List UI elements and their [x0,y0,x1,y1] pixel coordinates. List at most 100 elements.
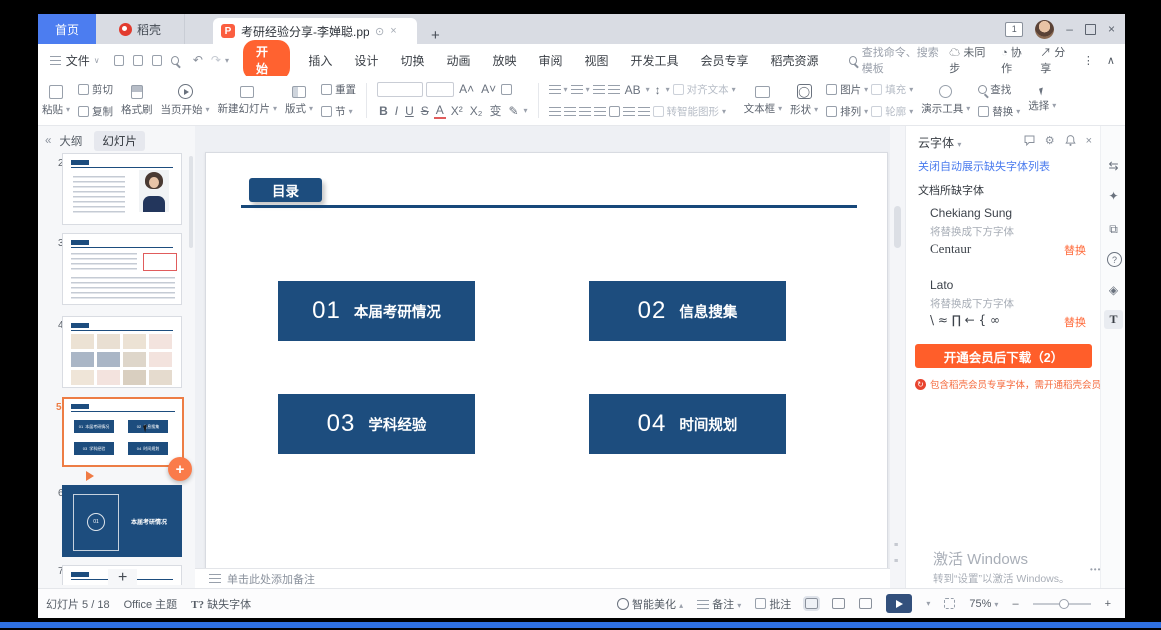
avatar[interactable] [1035,20,1054,39]
columns-icon[interactable] [609,106,620,117]
menu-tab-member[interactable]: 会员专享 [701,52,749,69]
superscript-button[interactable]: X² [449,104,465,118]
tab-home[interactable]: 首页 [38,14,96,44]
collapse-ribbon-icon[interactable]: ∧ [1107,54,1115,67]
arrange-button[interactable]: 排列▾ [826,104,868,119]
menu-file[interactable]: 文件 [66,52,90,69]
tab-close-icon[interactable]: × [390,25,396,37]
slide-sorter-view-button[interactable] [832,598,845,609]
share-button[interactable]: ↗ 分享 [1040,44,1070,76]
export-icon[interactable] [133,55,143,66]
settings-gear-icon[interactable]: ⚙ [1045,134,1055,147]
font-family-select[interactable] [377,82,423,97]
replace-font-button[interactable]: 替换 [1064,242,1086,258]
increase-indent-icon[interactable] [608,85,620,94]
find-button[interactable]: 查找 [978,82,1020,97]
print-icon[interactable] [152,55,162,66]
tab-document[interactable]: P 考研经验分享-李婵聪.pptx ⊙ × [213,18,417,44]
italic-button[interactable]: I [393,104,400,118]
text-tool-icon[interactable]: T [1104,310,1123,329]
fill-button[interactable]: 填充▾ [871,82,913,97]
menu-tab-docer-res[interactable]: 稻壳资源 [771,52,819,69]
toc-item-3[interactable]: 03 学科经验 [278,394,475,454]
menu-tab-view[interactable]: 视图 [585,52,609,69]
toc-item-4[interactable]: 04 时间规划 [589,394,786,454]
replace-font-button[interactable]: 替换 [1064,314,1086,330]
picture-button[interactable]: 图片▾ [826,82,868,97]
disable-auto-show-link[interactable]: 关闭自动展示缺失字体列表 [918,158,1050,174]
font-color-button[interactable]: A [434,103,446,119]
format-painter-button[interactable]: 格式刷 [121,79,153,122]
tab-docer[interactable]: 稻壳 [96,14,185,44]
download-after-membership-button[interactable]: 开通会员后下载（2） [915,344,1092,368]
undo-caret-icon[interactable]: ▾ [225,56,229,65]
notification-badge[interactable]: 1 [1005,22,1023,37]
replace-button[interactable]: 替换▾ [978,104,1020,119]
align-center-icon[interactable] [564,107,576,116]
smart-graphic-button[interactable]: 转智能图形▾ [653,104,727,119]
cut-button[interactable]: 剪切 [78,82,113,97]
play-options-caret[interactable]: ▾ [926,599,930,608]
section-button[interactable]: 节▾ [321,104,356,119]
highlight-button[interactable]: ✎ [506,104,520,118]
zoom-slider[interactable] [1033,603,1091,605]
toc-item-2[interactable]: 02 信息搜集 [589,281,786,341]
menu-tab-transition[interactable]: 切换 [400,52,424,69]
bullet-list-icon[interactable] [549,85,561,94]
menu-tab-animation[interactable]: 动画 [446,52,470,69]
smart-beautify-button[interactable]: 智能美化 ▴ [617,596,683,612]
decrease-font-button[interactable]: A˅ [479,82,498,96]
slide-5-thumbnail[interactable]: 01本届考研情况 02信息搜集 03学科经验 04时间规划 [62,397,184,467]
new-tab-button[interactable]: + [431,27,440,44]
justify-icon[interactable] [594,107,606,116]
missing-font-status[interactable]: T? 缺失字体 [191,596,251,612]
indent-left-icon[interactable] [623,107,635,116]
align-text-button[interactable]: 对齐文本▾ [673,82,736,97]
adjust-sliders-icon[interactable]: ⇆ [1106,158,1121,173]
collapse-panel-button[interactable]: « [45,135,51,147]
toc-item-1[interactable]: 01 本届考研情况 [278,281,475,341]
slide-page[interactable]: 目录 01 本届考研情况 02 信息搜集 03 学科经验 04 时间规划 [205,152,888,570]
font-size-select[interactable] [426,82,454,97]
play-from-current-button[interactable]: 当页开始▾ [161,79,210,122]
close-panel-icon[interactable]: × [1086,135,1092,147]
add-slide-button[interactable]: + [108,569,137,587]
normal-view-button[interactable] [805,598,818,609]
more-menu-icon[interactable]: ⋮ [1083,54,1094,67]
canvas-scrollbar[interactable]: ≡ ≡ [890,126,905,588]
slide-4-thumbnail[interactable] [62,316,182,388]
reset-button[interactable]: 重置 [321,82,356,97]
help-icon[interactable]: ? [1107,252,1122,267]
strikethrough-button[interactable]: S [419,104,431,118]
slide-title-badge[interactable]: 目录 [249,178,322,202]
line-spacing-button[interactable]: ↕ [653,83,663,97]
bold-button[interactable]: B [377,104,390,118]
subscript-button[interactable]: X₂ [468,104,485,118]
char-case-button[interactable]: AB [623,83,643,97]
save-icon[interactable] [114,55,124,66]
text-box-button[interactable]: 文本框▾ [744,79,783,122]
indent-right-icon[interactable] [638,107,650,116]
present-tools-button[interactable]: 演示工具▾ [921,79,970,122]
align-right-icon[interactable] [579,107,591,116]
sync-status[interactable]: ☁ 未同步 [949,44,988,76]
underline-button[interactable]: U [403,104,416,118]
theme-name[interactable]: Office 主题 [124,596,178,612]
tab-slides[interactable]: 幻灯片 [94,131,145,151]
panel-title[interactable]: 云字体 [918,136,954,150]
layout-button[interactable]: 版式▾ [285,79,313,122]
minimize-button[interactable]: – [1066,22,1073,36]
command-search[interactable]: 查找命令、搜索模板 [849,44,950,76]
print-preview-icon[interactable] [171,56,179,65]
notes-button[interactable]: 备注 ▾ [697,596,741,612]
next-slide-button[interactable]: ≡ [894,558,898,565]
menu-tab-slideshow[interactable]: 放映 [492,52,516,69]
menu-tab-insert[interactable]: 插入 [308,52,332,69]
zoom-level[interactable]: 75% ▾ [969,598,998,610]
clear-format-icon[interactable] [501,84,512,95]
notification-bell-icon[interactable] [1064,134,1077,147]
slide-6-thumbnail[interactable]: 01 本届考研情况 [62,485,182,557]
tab-outline[interactable]: 大纲 [59,133,82,149]
beautify-wand-icon[interactable]: ✦ [1106,188,1121,203]
prev-slide-button[interactable]: ≡ [894,542,898,549]
